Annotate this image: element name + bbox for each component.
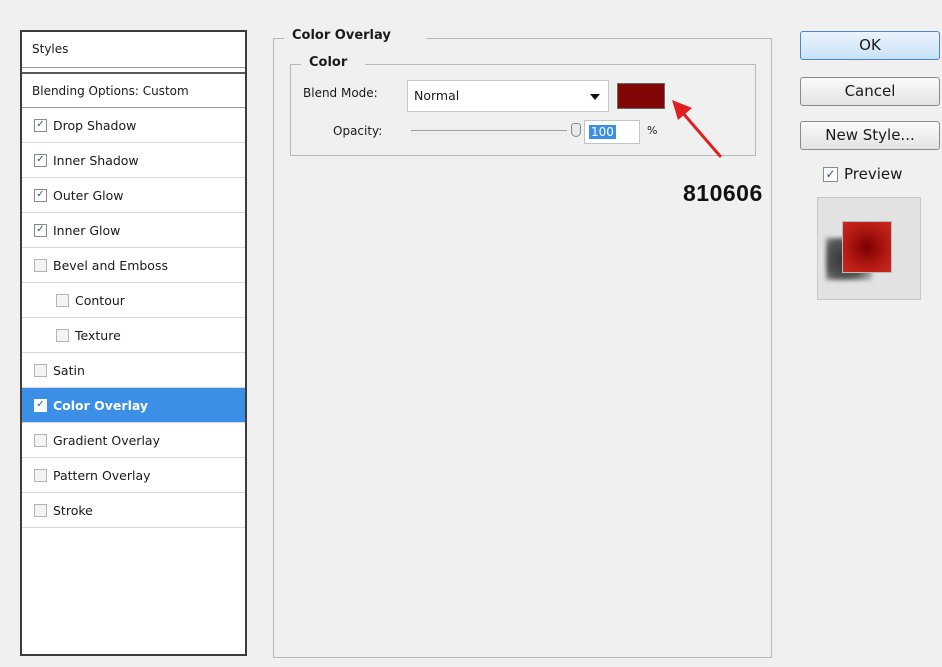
style-item-label: Gradient Overlay [53, 432, 160, 448]
style-item-label: Bevel and Emboss [53, 257, 168, 273]
style-item-contour[interactable]: Contour [22, 283, 245, 318]
style-item-label: Pattern Overlay [53, 467, 151, 483]
checkbox-icon[interactable] [56, 293, 69, 307]
preview-thumbnail [817, 197, 921, 300]
new-style-button[interactable]: New Style... [800, 121, 940, 150]
style-item-label: Outer Glow [53, 187, 124, 203]
preview-label: Preview [844, 165, 903, 183]
style-item-inner-glow[interactable]: ✓ Inner Glow [22, 213, 245, 248]
checkbox-icon[interactable]: ✓ [34, 223, 47, 237]
checkbox-icon[interactable]: ✓ [34, 188, 47, 202]
opacity-slider-track[interactable] [411, 130, 567, 134]
style-item-label: Inner Shadow [53, 152, 139, 168]
checkbox-icon[interactable] [34, 433, 47, 447]
style-item-label: Texture [75, 327, 121, 343]
style-item-satin[interactable]: Satin [22, 353, 245, 388]
checkbox-icon[interactable] [56, 328, 69, 342]
style-item-gradient-overlay[interactable]: Gradient Overlay [22, 423, 245, 458]
blending-options-item[interactable]: Blending Options: Custom [22, 72, 245, 108]
blend-mode-value: Normal [414, 88, 460, 103]
cancel-button[interactable]: Cancel [800, 77, 940, 106]
style-item-label: Contour [75, 292, 125, 308]
style-item-label: Color Overlay [53, 397, 149, 413]
checkbox-icon[interactable] [34, 258, 47, 272]
ok-button[interactable]: OK [800, 31, 940, 60]
style-item-texture[interactable]: Texture [22, 318, 245, 353]
style-item-inner-shadow[interactable]: ✓ Inner Shadow [22, 143, 245, 178]
opacity-input[interactable]: 100 [584, 120, 640, 144]
color-swatch[interactable] [617, 83, 665, 109]
style-item-label: Drop Shadow [53, 117, 137, 133]
checkbox-icon[interactable] [34, 363, 47, 377]
checkbox-icon[interactable] [34, 503, 47, 517]
blend-mode-select[interactable]: Normal [407, 80, 609, 112]
preview-checkbox[interactable]: ✓ Preview [823, 165, 902, 183]
preview-square [842, 221, 892, 273]
style-item-label: Stroke [53, 502, 93, 518]
style-item-color-overlay[interactable]: ✓ Color Overlay [22, 388, 245, 423]
color-overlay-title: Color Overlay [288, 28, 395, 43]
hex-annotation: 810606 [683, 180, 763, 206]
opacity-unit: % [647, 124, 658, 137]
opacity-slider-thumb[interactable] [571, 123, 581, 137]
color-group-title: Color [305, 55, 352, 70]
chevron-down-icon [590, 94, 600, 100]
styles-panel: Styles Blending Options: Custom ✓ Drop S… [20, 30, 247, 656]
style-item-drop-shadow[interactable]: ✓ Drop Shadow [22, 108, 245, 143]
style-item-bevel-and-emboss[interactable]: Bevel and Emboss [22, 248, 245, 283]
checkbox-icon[interactable]: ✓ [823, 166, 838, 182]
style-item-pattern-overlay[interactable]: Pattern Overlay [22, 458, 245, 493]
annotation-arrow-icon [672, 100, 722, 158]
checkbox-icon[interactable]: ✓ [34, 153, 47, 167]
opacity-label: Opacity: [333, 124, 383, 138]
styles-header[interactable]: Styles [22, 32, 245, 68]
style-item-label: Satin [53, 362, 85, 378]
style-item-stroke[interactable]: Stroke [22, 493, 245, 528]
checkbox-icon[interactable]: ✓ [34, 398, 47, 412]
style-item-label: Inner Glow [53, 222, 121, 238]
blend-mode-label: Blend Mode: [303, 86, 378, 100]
style-item-outer-glow[interactable]: ✓ Outer Glow [22, 178, 245, 213]
checkbox-icon[interactable]: ✓ [34, 118, 47, 132]
checkbox-icon[interactable] [34, 468, 47, 482]
opacity-value: 100 [589, 125, 616, 139]
